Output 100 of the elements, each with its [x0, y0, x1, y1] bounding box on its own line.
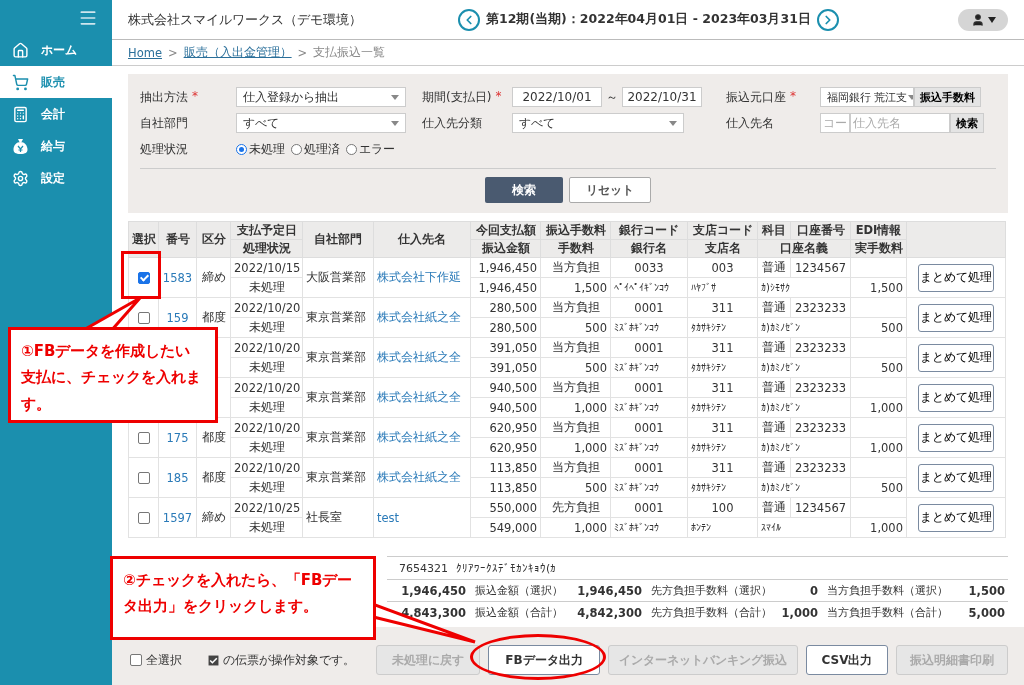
checkbox[interactable] — [137, 432, 150, 444]
table-cell: 2022/10/15 — [234, 260, 301, 275]
table-cell: 未処理 — [248, 360, 285, 374]
batch-process-button[interactable]: まとめて処理 — [918, 463, 994, 492]
range-tilde: ～ — [606, 88, 618, 106]
table-cell: ﾐｽﾞﾎｷﾞﾝｺｳ — [614, 442, 659, 453]
table-cell: 0001 — [634, 420, 664, 435]
company-name: 株式会社スマイルワークス（デモ環境） — [128, 10, 363, 29]
table-cell: 1,000 — [574, 440, 607, 455]
table-cell: 0001 — [634, 300, 664, 315]
sidebar-item[interactable]: 給与 — [0, 130, 112, 162]
checkbox[interactable] — [137, 272, 150, 284]
calculator-icon — [12, 105, 29, 123]
account-name: ｸﾘｱﾜｰｸｽﾃﾞﾓｶﾝｷｮｳ(ｶ — [456, 561, 557, 575]
annotation-callout: ②チェックを入れたら、「FBデータ出力」をクリックします。 — [110, 556, 376, 640]
batch-process-button[interactable]: まとめて処理 — [918, 303, 994, 332]
table-cell: 1,000 — [870, 400, 903, 415]
table-cell: ｶ)ｶﾐﾉｾﾞﾝ — [761, 362, 800, 373]
table-cell: 0001 — [634, 460, 664, 475]
status-radio[interactable]: 未処理 — [236, 140, 285, 158]
batch-process-button[interactable]: まとめて処理 — [918, 503, 994, 532]
table-cell: 0001 — [634, 340, 664, 355]
table-cell: 当方負担 — [551, 380, 600, 394]
table-cell: 普通 — [762, 300, 786, 314]
batch-process-button[interactable]: まとめて処理 — [918, 343, 994, 372]
user-icon — [970, 12, 985, 27]
table-cell: 500 — [881, 480, 903, 495]
table-cell: 550,000 — [489, 500, 537, 515]
breadcrumb-link[interactable]: 販売（入出金管理） — [183, 45, 292, 60]
reset-button[interactable]: リセット — [569, 177, 651, 203]
vendor-class-select[interactable]: すべて — [512, 113, 684, 133]
column-header: 自社部門 — [302, 221, 374, 258]
field-label: 仕入先名 — [726, 114, 775, 132]
next-period-button[interactable] — [816, 8, 839, 31]
breadcrumb-separator: > — [297, 45, 308, 60]
sidebar-item[interactable]: 販売 — [0, 66, 112, 98]
table-cell: ﾀｶｻｷｼﾃﾝ — [691, 362, 726, 373]
note-text: の伝票が操作対象です。 — [223, 651, 355, 669]
table-cell: 1234567 — [794, 260, 847, 275]
date-to-field[interactable]: 2022/10/31 — [622, 87, 702, 107]
column-header: 科目 — [757, 221, 791, 240]
sidebar-item[interactable]: 設定 — [0, 162, 112, 194]
table-cell: 311 — [711, 380, 734, 395]
menu-icon[interactable] — [78, 8, 98, 28]
table-cell: 未処理 — [248, 400, 285, 414]
table-cell: 113,850 — [489, 460, 537, 475]
field-label: 仕入先分類 — [422, 114, 483, 132]
batch-process-button[interactable]: まとめて処理 — [918, 383, 994, 412]
table-cell: 2022/10/25 — [234, 500, 301, 515]
table-cell: 未処理 — [248, 280, 285, 294]
vendor-link[interactable]: test — [377, 510, 400, 525]
table-cell: 当方負担 — [551, 420, 600, 434]
column-header: 今回支払額 — [470, 221, 541, 240]
checked-box-icon — [208, 654, 219, 666]
select-all-label: 全選択 — [146, 651, 182, 669]
breadcrumb-link[interactable]: Home — [128, 45, 162, 60]
method-select[interactable]: 仕入登録から抽出 — [236, 87, 406, 107]
table-cell: 未処理 — [248, 480, 285, 494]
action-button[interactable]: FBデータ出力 — [488, 645, 600, 675]
table-cell: 東京営業部 — [306, 390, 366, 404]
summary-value: 4,842,300 — [576, 605, 643, 620]
table-cell: 当方負担 — [551, 460, 600, 474]
cart-icon — [12, 73, 29, 91]
vendor-search-button[interactable]: 検索 — [950, 113, 984, 133]
action-button[interactable]: CSV出力 — [806, 645, 888, 675]
table-cell: 003 — [711, 260, 734, 275]
checkbox[interactable] — [137, 312, 150, 324]
table-cell: 2022/10/20 — [234, 300, 301, 315]
table-cell: ｶ)ｶﾐﾉｾﾞﾝ — [761, 442, 800, 453]
user-menu-button[interactable] — [958, 8, 1008, 31]
checkbox[interactable] — [137, 512, 150, 524]
field-label: 処理状況 — [140, 140, 189, 158]
batch-process-button[interactable]: まとめて処理 — [918, 263, 994, 292]
account-select[interactable]: 福岡銀行 荒江支 — [820, 87, 914, 107]
table-cell: 普通 — [762, 500, 786, 514]
previous-period-button[interactable] — [458, 8, 480, 31]
table-cell: 先方負担 — [551, 500, 600, 514]
status-radio[interactable]: エラー — [346, 140, 395, 158]
column-header: 銀行コード — [610, 221, 688, 240]
column-header: 振込手数料 — [540, 221, 611, 240]
fiscal-period: 第12期(当期)：2022年04月01日 - 2023年03月31日 — [486, 11, 811, 28]
summary-value: 5,000 — [967, 605, 1006, 620]
field-label: 振込元口座 — [726, 88, 786, 106]
table-cell: 1,000 — [574, 400, 607, 415]
sidebar-item[interactable]: ホーム — [0, 34, 112, 66]
table-cell: 391,050 — [489, 340, 537, 355]
checkbox[interactable] — [137, 472, 150, 484]
table-cell: 1,500 — [870, 280, 903, 295]
batch-process-button[interactable]: まとめて処理 — [918, 423, 994, 452]
status-radio[interactable]: 処理済 — [291, 140, 340, 158]
table-cell: 未処理 — [248, 520, 285, 534]
checkbox[interactable] — [130, 654, 142, 666]
required-mark: * — [495, 88, 502, 105]
department-select[interactable]: すべて — [236, 113, 406, 133]
sidebar-item[interactable]: 会計 — [0, 98, 112, 130]
field-label: 期間(支払日) — [422, 88, 492, 106]
date-from-field[interactable]: 2022/10/01 — [512, 87, 602, 107]
fee-button[interactable]: 振込手数料 — [914, 87, 981, 107]
search-button[interactable]: 検索 — [485, 177, 563, 203]
table-cell: ｶ)ｶﾐﾉｾﾞﾝ — [761, 322, 800, 333]
